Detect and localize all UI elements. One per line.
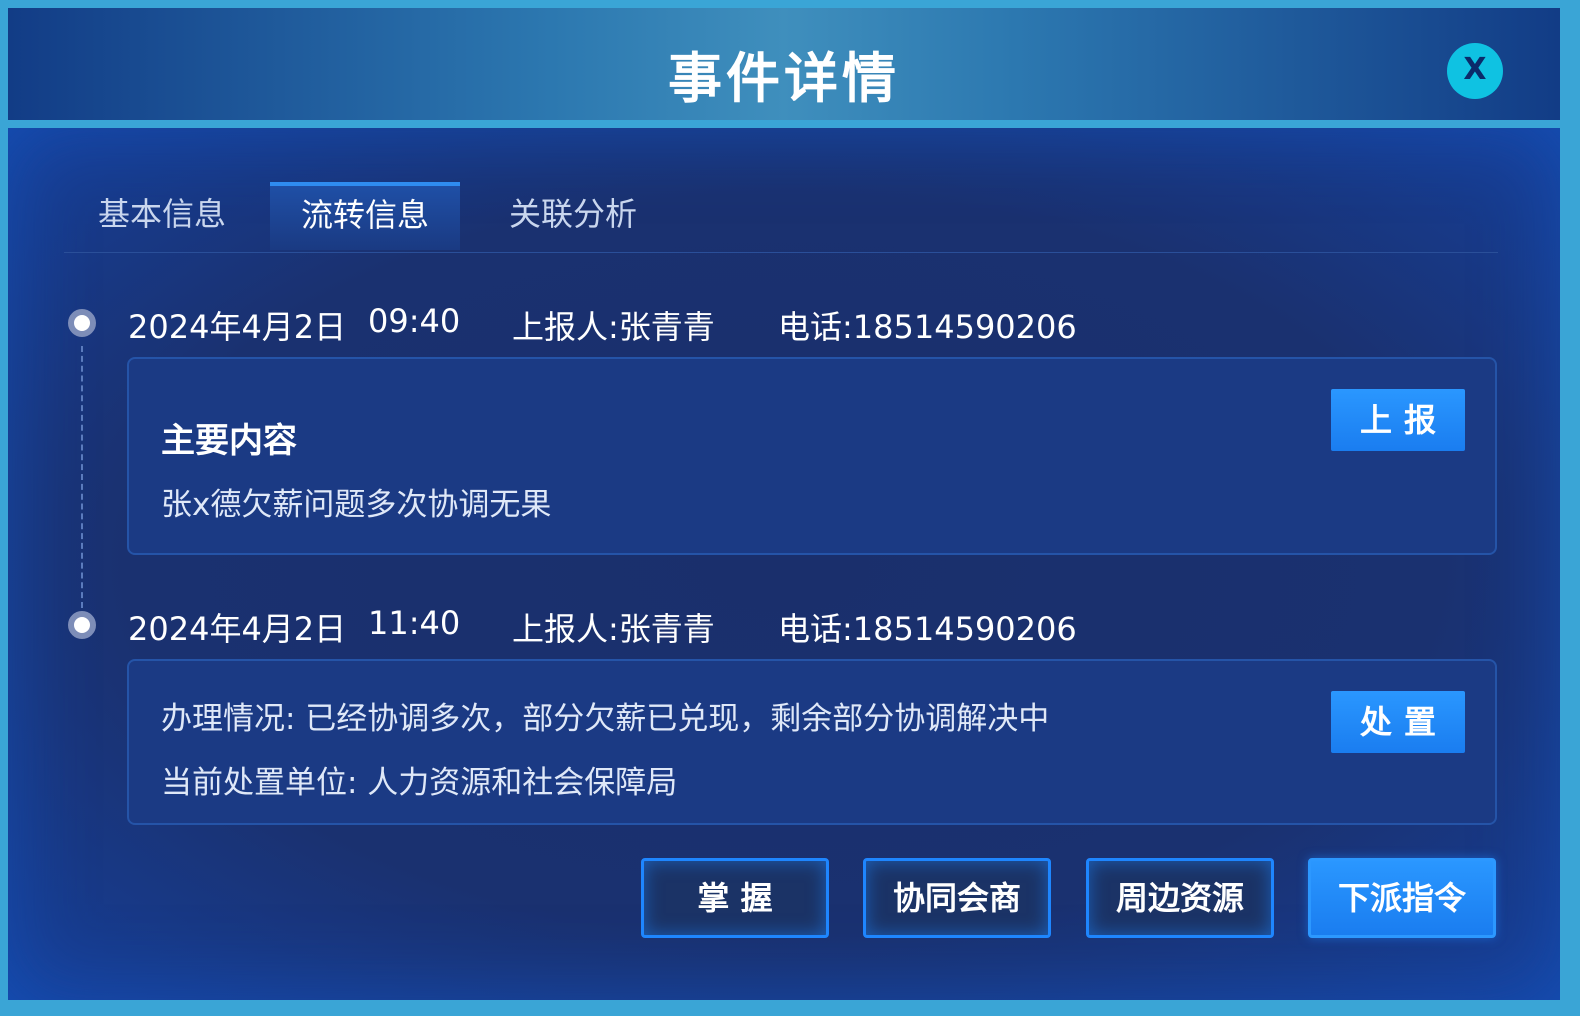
close-button[interactable]: X — [1447, 43, 1503, 99]
entry-date: 2024年4月2日 — [128, 308, 347, 346]
dispose-button[interactable]: 处置 — [1331, 691, 1465, 753]
tab-basic-info[interactable]: 基本信息 — [98, 182, 226, 250]
tab-bar: 基本信息 流转信息 关联分析 — [64, 182, 1498, 253]
timeline-node-1 — [68, 309, 96, 337]
dispatch-order-button[interactable]: 下派指令 — [1308, 858, 1496, 938]
card-content: 张x德欠薪问题多次协调无果 — [161, 487, 552, 523]
entry-time: 11:40 — [368, 604, 461, 642]
entry-phone: 电话:18514590206 — [778, 308, 1077, 346]
tab-related-analysis[interactable]: 关联分析 — [508, 182, 638, 250]
card-title: 主要内容 — [161, 421, 297, 461]
timeline-connector — [81, 346, 83, 608]
timeline-entry-1-card: 主要内容 张x德欠薪问题多次协调无果 上报 — [127, 357, 1497, 555]
dialog-title: 事件详情 — [668, 47, 900, 110]
entry-phone: 电话:18514590206 — [778, 610, 1077, 648]
entry-date: 2024年4月2日 — [128, 610, 347, 648]
entry-reporter: 上报人:张青青 — [512, 610, 715, 648]
tab-flow-info[interactable]: 流转信息 — [270, 182, 460, 250]
timeline-entry-2-card: 办理情况: 已经协调多次，部分欠薪已兑现，剩余部分协调解决中 当前处置单位: 人… — [127, 659, 1497, 825]
entry-time: 09:40 — [368, 302, 461, 340]
grasp-button[interactable]: 掌 握 — [641, 858, 829, 938]
dialog-header: 事件详情 X — [8, 8, 1560, 120]
report-button[interactable]: 上报 — [1331, 389, 1465, 451]
timeline-node-2 — [68, 611, 96, 639]
collaborate-button[interactable]: 协同会商 — [863, 858, 1051, 938]
handling-status: 办理情况: 已经协调多次，部分欠薪已兑现，剩余部分协调解决中 — [161, 701, 1050, 737]
nearby-resources-button[interactable]: 周边资源 — [1086, 858, 1274, 938]
current-handling-unit: 当前处置单位: 人力资源和社会保障局 — [161, 765, 678, 801]
close-icon: X — [1463, 52, 1487, 87]
event-detail-dialog: 事件详情 X 基本信息 流转信息 关联分析 2024年4月2日 09:40 上报… — [0, 0, 1580, 1016]
entry-reporter: 上报人:张青青 — [512, 308, 715, 346]
